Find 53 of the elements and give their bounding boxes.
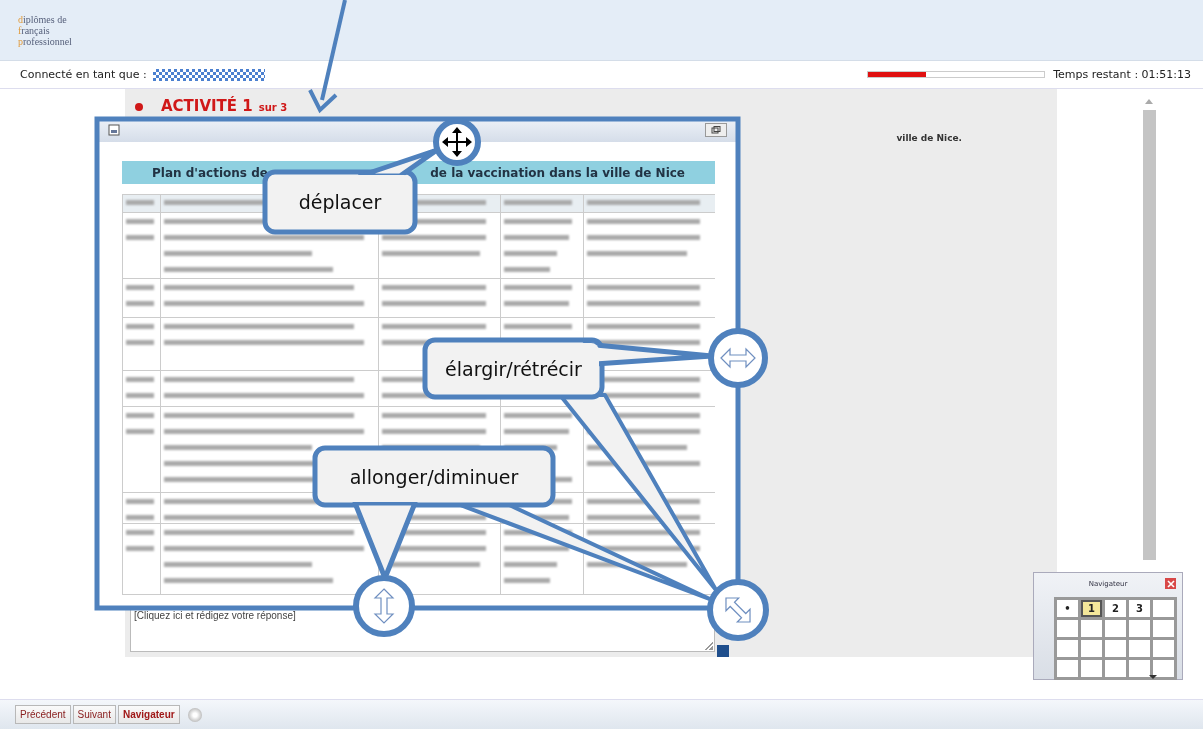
callout-text: élargir/rétrécir: [445, 357, 582, 380]
scroll-up-icon[interactable]: [1145, 99, 1153, 104]
blurred-text: [126, 496, 157, 520]
navigator-cell[interactable]: 2: [1105, 600, 1126, 617]
navigator-cell[interactable]: [1129, 640, 1150, 657]
navigator-cell[interactable]: [1153, 640, 1174, 657]
logo: diplômes de français professionnel: [18, 13, 72, 47]
instruction-text: ville de Nice.: [896, 133, 962, 143]
navigator-cell[interactable]: [1081, 660, 1102, 677]
close-button[interactable]: [1165, 578, 1176, 589]
activity-title: ACTIVITÉ 1: [161, 97, 253, 115]
nav-button[interactable]: Navigateur: [117, 705, 180, 724]
navigator-cell[interactable]: [1105, 660, 1126, 677]
user-label: Connecté en tant que :: [20, 68, 147, 81]
navigator-cell[interactable]: [1153, 660, 1174, 677]
navigator-cell[interactable]: [1081, 640, 1102, 657]
navigator-cell[interactable]: [1105, 620, 1126, 637]
navigator-cell[interactable]: •: [1057, 600, 1078, 617]
spellcheck-icon[interactable]: [717, 645, 729, 657]
nav-button[interactable]: Précédent: [15, 705, 71, 724]
navigator-cell[interactable]: [1129, 660, 1150, 677]
time-remaining: Temps restant : 01:51:13: [1053, 68, 1191, 81]
blurred-text: [126, 374, 157, 398]
blurred-text: [126, 216, 157, 240]
blurred-text: [126, 527, 157, 551]
document-icon: [108, 124, 120, 136]
navigator-cell[interactable]: [1081, 620, 1102, 637]
navigator-cell[interactable]: 1: [1081, 600, 1102, 617]
navigator-cell[interactable]: [1153, 600, 1174, 617]
nav-button[interactable]: Suivant: [72, 705, 116, 724]
navigator-cell[interactable]: [1057, 640, 1078, 657]
navigator-cell[interactable]: [1153, 620, 1174, 637]
blurred-text: [126, 321, 157, 345]
table-title: de la vaccination dans la ville de Nice: [430, 165, 685, 180]
blurred-text: [126, 282, 157, 306]
move-icon: [433, 118, 481, 166]
blurred-text: [126, 410, 157, 434]
callout-text: allonger/diminuer: [349, 465, 519, 488]
dropdown-icon[interactable]: [187, 707, 202, 722]
navigator-cell[interactable]: [1057, 620, 1078, 637]
callout-text: déplacer: [298, 190, 382, 214]
close-icon: [1166, 579, 1175, 588]
navigator-cell[interactable]: [1105, 640, 1126, 657]
bullet-icon: [135, 103, 143, 111]
navigator-cell[interactable]: 3: [1129, 600, 1150, 617]
restore-icon: [711, 126, 721, 134]
scroll-thumb[interactable]: [1142, 110, 1156, 560]
resize-grip-icon[interactable]: [705, 642, 713, 650]
navigator-cell[interactable]: [1129, 620, 1150, 637]
blurred-text: [126, 198, 157, 205]
activity-count: sur 3: [258, 102, 288, 113]
navigator-cell[interactable]: [1057, 660, 1078, 677]
restore-button[interactable]: [705, 123, 727, 137]
